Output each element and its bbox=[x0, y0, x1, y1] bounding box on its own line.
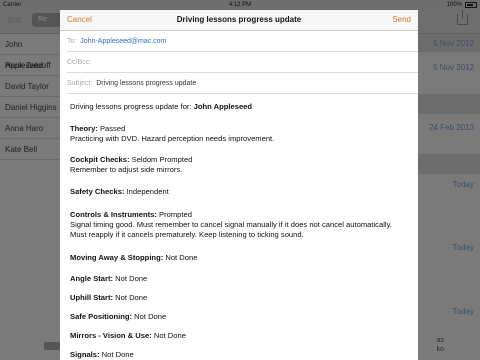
date-label: 5 Nov 2012 bbox=[433, 63, 474, 72]
section-label: Safety Checks: bbox=[70, 187, 125, 196]
section-status: Not Done bbox=[151, 331, 186, 340]
section-label: Angle Start: bbox=[70, 274, 114, 283]
section-label: Uphill Start: bbox=[70, 293, 114, 302]
background-right-column: 5 Nov 2012 5 Nov 2012 24 Feb 2013 Today … bbox=[418, 34, 480, 360]
status-time: 4:12 PM bbox=[228, 2, 252, 8]
to-label: To: bbox=[67, 38, 77, 45]
section-label: Mirrors - Vision & Use: bbox=[70, 331, 152, 340]
compose-nav-bar: Cancel Driving lessons progress update S… bbox=[60, 10, 418, 31]
section-label: Theory: bbox=[70, 124, 98, 133]
section-status: Not Done bbox=[113, 274, 148, 283]
section-mirrors: Mirrors - Vision & Use: Not Done bbox=[70, 331, 186, 340]
mail-compose-sheet: Cancel Driving lessons progress update S… bbox=[60, 10, 418, 360]
ccbcc-label: Cc/Bcc: bbox=[67, 59, 92, 66]
section-label: Cockpit Checks: bbox=[70, 155, 130, 164]
section-signals: Signals: Not Done bbox=[70, 350, 134, 359]
to-field[interactable]: To: John-Appleseed@mac.com bbox=[67, 31, 418, 52]
section-moving-away: Moving Away & Stopping: Not Done bbox=[70, 253, 197, 262]
send-button[interactable]: Send bbox=[392, 15, 411, 24]
section-status: Prompted bbox=[156, 210, 192, 219]
battery-icon bbox=[465, 2, 477, 8]
segment-control: Re bbox=[32, 13, 62, 27]
section-angle-start: Angle Start: Not Done bbox=[70, 274, 147, 283]
section-status: Independent bbox=[124, 187, 169, 196]
battery-percent: 100% bbox=[446, 2, 462, 8]
contact-item: Anna Haro bbox=[0, 118, 60, 139]
share-icon bbox=[457, 10, 468, 25]
intro-text: Driving lessons progress update for: bbox=[70, 102, 194, 111]
status-bar: Carrier 4:12 PM 100% bbox=[0, 0, 480, 10]
section-safety-checks: Safety Checks: Independent bbox=[70, 187, 169, 196]
student-name: John Appleseed bbox=[193, 102, 253, 111]
section-controls: Controls & Instruments: Prompted bbox=[70, 210, 192, 219]
subject-field[interactable]: Subject: Driving lessons progress update bbox=[67, 73, 418, 94]
section-label: Safe Positioning: bbox=[70, 312, 133, 321]
compose-title: Driving lessons progress update bbox=[176, 15, 302, 24]
section-status: Not Done bbox=[132, 312, 167, 321]
background-text-line: as bbox=[436, 337, 444, 344]
section-label: Moving Away & Stopping: bbox=[70, 253, 164, 262]
background-band bbox=[418, 154, 480, 174]
subject-label: Subject: bbox=[67, 80, 93, 87]
ccbcc-field[interactable]: Cc/Bcc: bbox=[67, 52, 418, 73]
background-text-line: ko bbox=[436, 346, 444, 353]
section-uphill-start: Uphill Start: Not Done bbox=[70, 293, 147, 302]
section-status: Seldom Prompted bbox=[129, 155, 193, 164]
background-text: as ko bbox=[437, 336, 444, 354]
background-band bbox=[418, 94, 480, 114]
section-theory: Theory: Passed bbox=[70, 124, 125, 133]
contact-item: John Appleseed bbox=[0, 34, 60, 70]
section-status: Not Done bbox=[113, 293, 148, 302]
section-status: Not Done bbox=[99, 350, 134, 359]
contact-list: John Appleseed Hank Zakroff David Taylor… bbox=[0, 34, 60, 160]
date-label: Today bbox=[452, 243, 474, 252]
section-note: Must reapply if it cancels prematurely. … bbox=[70, 230, 304, 239]
section-safe-positioning: Safe Positioning: Not Done bbox=[70, 312, 166, 321]
contact-item: Daniel Higgins bbox=[0, 97, 60, 118]
edit-button: Edit bbox=[8, 16, 22, 25]
to-recipient[interactable]: John-Appleseed@mac.com bbox=[78, 38, 166, 45]
background-button bbox=[44, 342, 60, 350]
intro-line: Driving lessons progress update for: Joh… bbox=[70, 102, 252, 111]
section-note: Remember to adjust side mirrors. bbox=[70, 165, 183, 174]
date-label: Today bbox=[452, 180, 474, 189]
section-label: Controls & Instruments: bbox=[70, 210, 157, 219]
date-label: 24 Feb 2013 bbox=[429, 123, 474, 132]
section-note: Practicing with DVD. Hazard perception n… bbox=[70, 134, 275, 143]
date-label: Today bbox=[452, 307, 474, 316]
section-note: Signal timing good. Must remember to can… bbox=[70, 220, 392, 229]
section-status: Not Done bbox=[163, 253, 198, 262]
subject-value[interactable]: Driving lessons progress update bbox=[94, 80, 196, 87]
contact-item: Hank Zakroff bbox=[0, 55, 60, 76]
section-cockpit-checks: Cockpit Checks: Seldom Prompted bbox=[70, 155, 192, 164]
section-status: Passed bbox=[97, 124, 126, 133]
contact-item: David Taylor bbox=[0, 76, 60, 97]
date-label: 5 Nov 2012 bbox=[433, 39, 474, 48]
contact-item: Kate Bell bbox=[0, 139, 60, 160]
section-label: Signals: bbox=[70, 350, 100, 359]
